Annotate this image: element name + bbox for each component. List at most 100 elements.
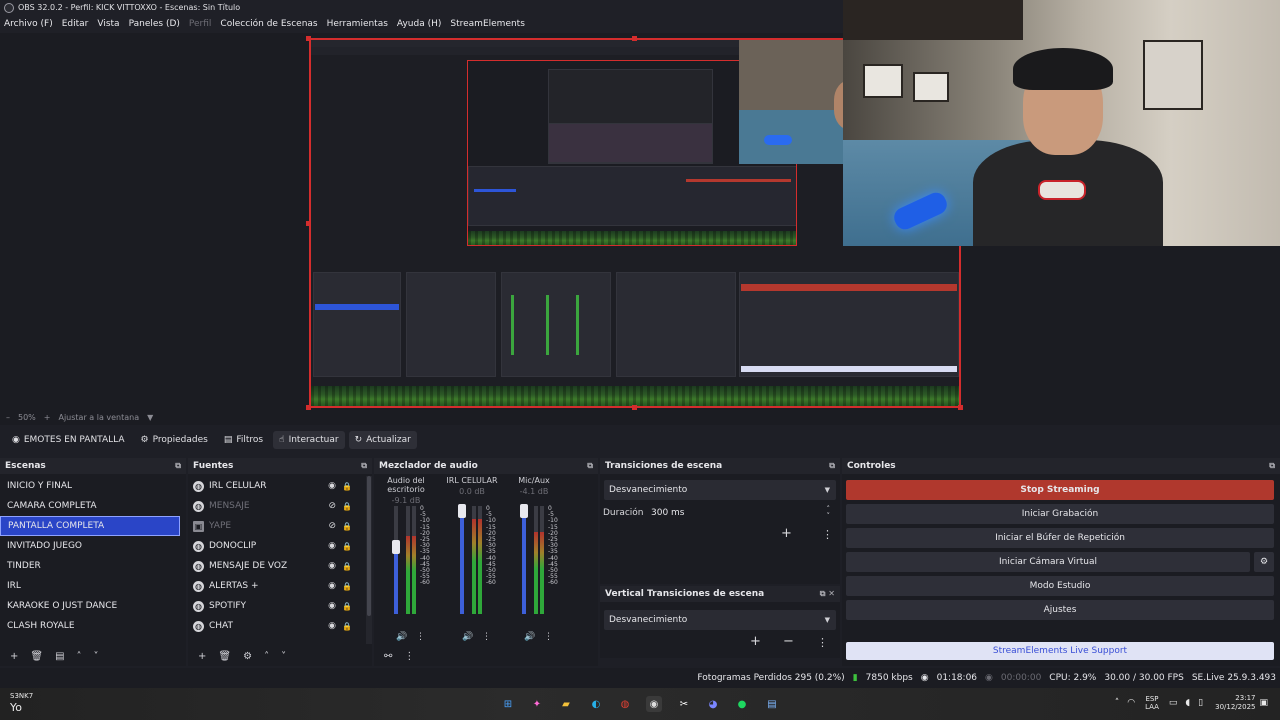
gear-icon[interactable]: ⚙ (243, 651, 252, 662)
studio-mode-button[interactable]: Modo Estudio (846, 576, 1274, 596)
scene-filters-icon[interactable]: ▤ (55, 651, 64, 662)
clock[interactable]: 23:17 30/12/2025 (1215, 694, 1255, 712)
lock-icon[interactable]: 🔒 (342, 522, 352, 531)
eye-hidden-icon[interactable]: ⊘ (328, 521, 336, 531)
eye-icon[interactable]: ◉ (328, 621, 336, 631)
discord-icon[interactable]: ◕ (705, 696, 721, 712)
menu-icon[interactable]: ⋮ (544, 632, 553, 642)
lock-icon[interactable]: 🔒 (342, 622, 352, 631)
eye-icon[interactable]: ◉ (328, 541, 336, 551)
refresh-button[interactable]: ↻ Actualizar (348, 431, 417, 449)
menu-item[interactable]: Paneles (D) (129, 19, 180, 29)
source-item[interactable]: ◍ DONOCLIP ◉ 🔒 (188, 536, 360, 556)
source-item[interactable]: ◍ MENSAJE DE VOZ ◉ 🔒 (188, 556, 360, 576)
notes-icon[interactable]: ▤ (764, 696, 780, 712)
volume-fader-track[interactable] (460, 506, 464, 614)
move-up-icon[interactable]: ˄ (264, 651, 269, 662)
interact-button[interactable]: ☝ Interactuar (273, 431, 345, 449)
float-dock-icon[interactable]: ⧉ (1269, 461, 1275, 471)
zoom-out-button[interactable]: – (6, 413, 10, 422)
source-item[interactable]: ◍ CHAT ◉ 🔒 (188, 616, 360, 636)
source-item[interactable]: ◍ SPOTIFY ◉ 🔒 (188, 596, 360, 616)
spotify-icon[interactable]: ● (734, 696, 750, 712)
lock-icon[interactable]: 🔒 (342, 542, 352, 551)
link-icon[interactable]: ⚯ (384, 651, 392, 662)
notification-icon[interactable]: ▣ (1259, 698, 1268, 708)
chevron-up-icon[interactable]: ˄ (1115, 698, 1120, 708)
source-item[interactable]: ◍ MENSAJE ⊘ 🔒 (188, 496, 360, 516)
windows-start-icon[interactable]: ⊞ (500, 696, 516, 712)
volume-fader-handle[interactable] (520, 504, 528, 519)
add-icon[interactable]: + (750, 634, 761, 649)
add-icon[interactable]: + (198, 651, 206, 662)
fit-window-label[interactable]: Ajustar a la ventana (58, 413, 139, 422)
scene-item[interactable]: INICIO Y FINAL (0, 476, 180, 496)
speaker-icon[interactable]: 🔊 (462, 632, 473, 642)
speaker-icon[interactable]: 🔊 (396, 632, 407, 642)
scene-item[interactable]: IRL (0, 576, 180, 596)
scene-item[interactable]: TINDER (0, 556, 180, 576)
menu-item[interactable]: Ayuda (H) (397, 19, 441, 29)
menu-icon[interactable]: ⋮ (482, 632, 491, 642)
eye-hidden-icon[interactable]: ⊘ (328, 501, 336, 511)
source-item[interactable]: ▣ YAPE ⊘ 🔒 (188, 516, 360, 536)
float-dock-icon[interactable]: ⧉ (829, 461, 835, 471)
volume-fader-track[interactable] (394, 506, 398, 614)
zoom-dropdown-icon[interactable]: ▼ (147, 413, 153, 422)
trash-icon[interactable]: 🗑 (218, 651, 231, 662)
eye-icon[interactable]: ◉ (328, 561, 336, 571)
lock-icon[interactable]: 🔒 (342, 562, 352, 571)
start-replay-buffer-button[interactable]: Iniciar el Búfer de Repetición (846, 528, 1274, 548)
scene-item[interactable]: CAMARA COMPLETA (0, 496, 180, 516)
streamelements-support-button[interactable]: StreamElements Live Support (846, 642, 1274, 660)
start-recording-button[interactable]: Iniciar Grabación (846, 504, 1274, 524)
menu-icon[interactable]: ⋮ (404, 651, 414, 662)
language-indicator[interactable]: ESP LAA (1145, 695, 1159, 711)
sources-scrollbar[interactable] (366, 476, 372, 644)
menu-item[interactable]: Herramientas (327, 19, 388, 29)
stop-streaming-button[interactable]: Stop Streaming (846, 480, 1274, 500)
scene-item[interactable]: INVITADO JUEGO (0, 536, 180, 556)
battery-icon[interactable]: ▯ (1198, 698, 1203, 708)
speaker-icon[interactable]: 🔊 (524, 632, 535, 642)
scene-item[interactable]: PANTALLA COMPLETA (0, 516, 180, 536)
lock-icon[interactable]: 🔒 (342, 482, 352, 491)
obs-taskbar-icon[interactable]: ◉ (646, 696, 662, 712)
filters-button[interactable]: ▤ Filtros (218, 431, 269, 449)
scene-item[interactable]: KARAOKE O JUST DANCE (0, 596, 180, 616)
remove-icon[interactable]: − (783, 634, 794, 649)
volume-fader-handle[interactable] (458, 504, 466, 519)
edge-icon[interactable]: ◐ (588, 696, 604, 712)
scene-item[interactable]: CLASH ROYALE (0, 616, 180, 636)
transition-select[interactable]: Desvanecimiento ▼ (604, 480, 836, 500)
float-dock-icon[interactable]: ⧉ (175, 461, 181, 471)
menu-item[interactable]: StreamElements (450, 19, 525, 29)
copilot-icon[interactable]: ✦ (529, 696, 545, 712)
move-up-icon[interactable]: ˄ (77, 651, 82, 662)
lock-icon[interactable]: 🔒 (342, 582, 352, 591)
menu-item[interactable]: Archivo (F) (4, 19, 53, 29)
properties-button[interactable]: ⚙ Propiedades (135, 431, 214, 449)
lock-icon[interactable]: 🔒 (342, 602, 352, 611)
float-dock-icon[interactable]: ⧉ (361, 461, 367, 471)
volume-fader-handle[interactable] (392, 540, 400, 555)
eye-icon[interactable]: ◉ (328, 581, 336, 591)
monitor-icon[interactable]: ▭ (1169, 698, 1178, 708)
start-virtual-camera-button[interactable]: Iniciar Cámara Virtual (846, 552, 1250, 572)
settings-button[interactable]: Ajustes (846, 600, 1274, 620)
menu-icon[interactable]: ⋮ (817, 636, 828, 649)
move-down-icon[interactable]: ˅ (94, 651, 99, 662)
menu-icon[interactable]: ⋮ (416, 632, 425, 642)
source-item[interactable]: ◍ ALERTAS + ◉ 🔒 (188, 576, 360, 596)
user-tile[interactable]: S3NK7 Yo (10, 692, 33, 714)
menu-icon[interactable]: ⋮ (822, 528, 833, 541)
duration-input[interactable]: 300 ms ˄ ˅ (646, 503, 836, 523)
trash-icon[interactable]: 🗑 (30, 651, 43, 662)
menu-item[interactable]: Colección de Escenas (220, 19, 317, 29)
chrome-icon[interactable]: ◍ (617, 696, 633, 712)
spinner-icon[interactable]: ˄ ˅ (827, 506, 831, 520)
volume-fader-track[interactable] (522, 506, 526, 614)
menu-item[interactable]: Perfil (189, 19, 212, 29)
vertical-transition-select[interactable]: Desvanecimiento ▼ (604, 610, 836, 630)
menu-item[interactable]: Editar (62, 19, 89, 29)
